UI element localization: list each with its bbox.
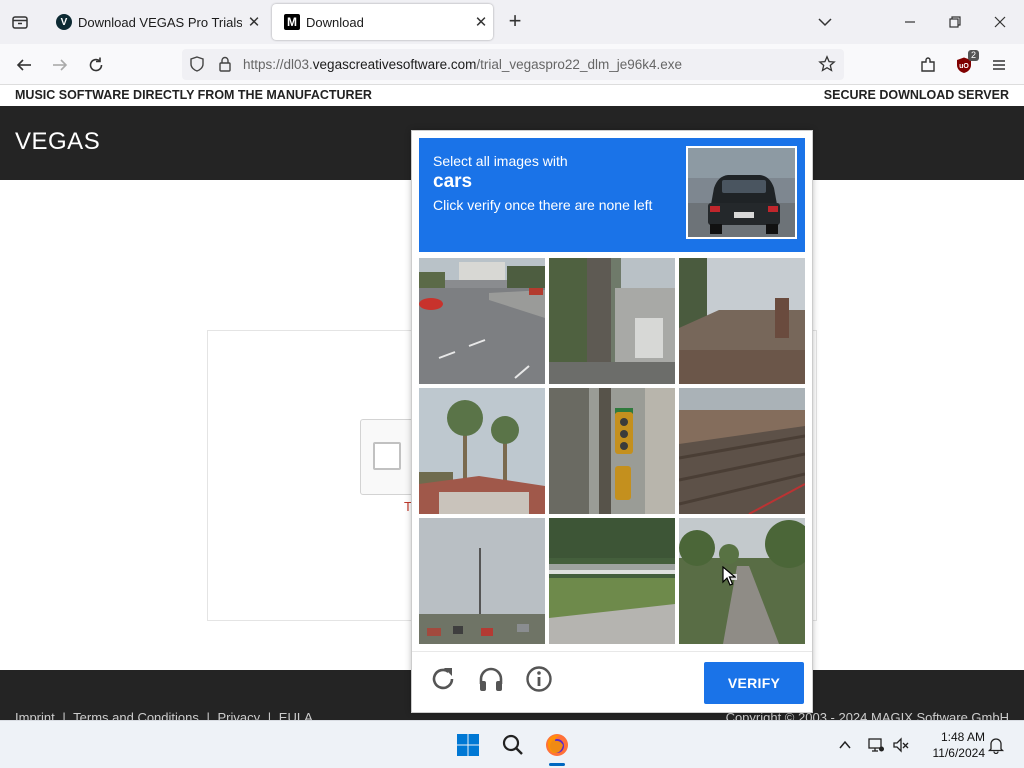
search-icon[interactable] — [497, 729, 529, 761]
url-text[interactable]: https://dl03.vegascreativesoftware.com/t… — [243, 57, 682, 72]
network-icon[interactable] — [866, 735, 886, 755]
info-icon[interactable] — [524, 664, 554, 694]
image-tile[interactable] — [679, 258, 805, 384]
ublock-origin-icon[interactable]: uO 2 — [951, 50, 979, 78]
notification-bell-icon[interactable] — [986, 735, 1006, 755]
image-tile[interactable] — [419, 258, 545, 384]
image-tile[interactable] — [679, 518, 805, 644]
tagline: MUSIC SOFTWARE DIRECTLY FROM THE MANUFAC… — [15, 88, 372, 102]
challenge-header: Select all images with cars Click verify… — [419, 138, 805, 252]
secure-server-label: SECURE DOWNLOAD SERVER — [823, 88, 1009, 102]
volume-muted-icon[interactable] — [891, 735, 911, 755]
image-tile[interactable] — [549, 258, 675, 384]
vegas-favicon-icon: V — [56, 14, 72, 30]
minimize-icon[interactable] — [896, 8, 924, 36]
ublock-count-badge: 2 — [967, 50, 979, 61]
restore-icon[interactable] — [941, 8, 969, 36]
clock-date: 11/6/2024 — [932, 746, 986, 760]
bookmark-star-icon[interactable] — [818, 55, 836, 73]
image-tile[interactable] — [419, 518, 545, 644]
challenge-footer: VERIFY — [412, 651, 812, 713]
tab-title: Download VEGAS Pro Trials for — [78, 14, 242, 30]
chevron-up-icon[interactable] — [835, 735, 855, 755]
list-all-tabs-icon[interactable] — [8, 10, 32, 34]
back-icon[interactable] — [11, 52, 37, 78]
image-tile[interactable] — [679, 388, 805, 514]
hamburger-menu-icon[interactable] — [986, 52, 1012, 78]
vegas-logo[interactable]: VEGAS — [15, 128, 100, 156]
sample-car-image — [686, 146, 797, 239]
tab-title: Download — [306, 14, 364, 30]
close-tab-icon[interactable]: ✕ — [469, 13, 493, 31]
close-window-icon[interactable] — [986, 8, 1014, 36]
terms-link[interactable]: Terms and Conditions — [73, 710, 199, 720]
tab-download[interactable]: M Download ✕ — [272, 4, 493, 40]
captcha-challenge: Select all images with cars Click verify… — [411, 130, 813, 713]
audio-challenge-headphones-icon[interactable] — [476, 664, 506, 694]
magix-favicon-icon: M — [284, 14, 300, 30]
reload-challenge-icon[interactable] — [428, 664, 458, 694]
close-tab-icon[interactable]: ✕ — [242, 13, 266, 31]
instruction-line: Select all images with — [433, 153, 568, 169]
active-app-indicator — [549, 763, 565, 766]
clock-time: 1:48 AM — [940, 730, 985, 744]
new-tab-icon[interactable]: + — [503, 10, 527, 34]
imprint-link[interactable]: Imprint — [15, 710, 55, 720]
windows-start-icon[interactable] — [452, 729, 484, 761]
footer-links: Imprint | Terms and Conditions | Privacy… — [15, 710, 317, 720]
extensions-puzzle-icon[interactable] — [915, 52, 941, 78]
reload-icon[interactable] — [83, 52, 109, 78]
mouse-cursor-icon — [722, 565, 737, 586]
challenge-target: cars — [433, 171, 473, 192]
instruction-line: Click verify once there are none left — [433, 197, 653, 213]
navigation-bar: https://dl03.vegascreativesoftware.com/t… — [0, 44, 1024, 85]
privacy-link[interactable]: Privacy — [218, 710, 261, 720]
system-clock[interactable]: 1:48 AM 11/6/2024 — [915, 729, 986, 761]
eula-link[interactable]: EULA — [279, 710, 313, 720]
recaptcha-checkbox[interactable] — [373, 442, 401, 470]
lock-icon[interactable] — [216, 55, 234, 73]
firefox-icon[interactable] — [541, 729, 573, 761]
forward-icon[interactable] — [47, 52, 73, 78]
image-grid — [419, 258, 807, 646]
taskbar: 1:48 AM 11/6/2024 — [0, 720, 1024, 768]
tab-vegas-trials[interactable]: V Download VEGAS Pro Trials for ✕ — [44, 4, 266, 40]
tab-bar: V Download VEGAS Pro Trials for ✕ M Down… — [0, 0, 1024, 44]
svg-text:uO: uO — [959, 63, 969, 70]
chevron-down-icon[interactable] — [814, 11, 836, 33]
image-tile[interactable] — [549, 518, 675, 644]
address-bar[interactable]: https://dl03.vegascreativesoftware.com/t… — [182, 49, 844, 80]
tracking-protection-shield-icon[interactable] — [188, 55, 206, 73]
verify-button[interactable]: VERIFY — [704, 662, 804, 704]
image-tile[interactable] — [419, 388, 545, 514]
top-strip: MUSIC SOFTWARE DIRECTLY FROM THE MANUFAC… — [0, 85, 1024, 106]
image-tile[interactable] — [549, 388, 675, 514]
